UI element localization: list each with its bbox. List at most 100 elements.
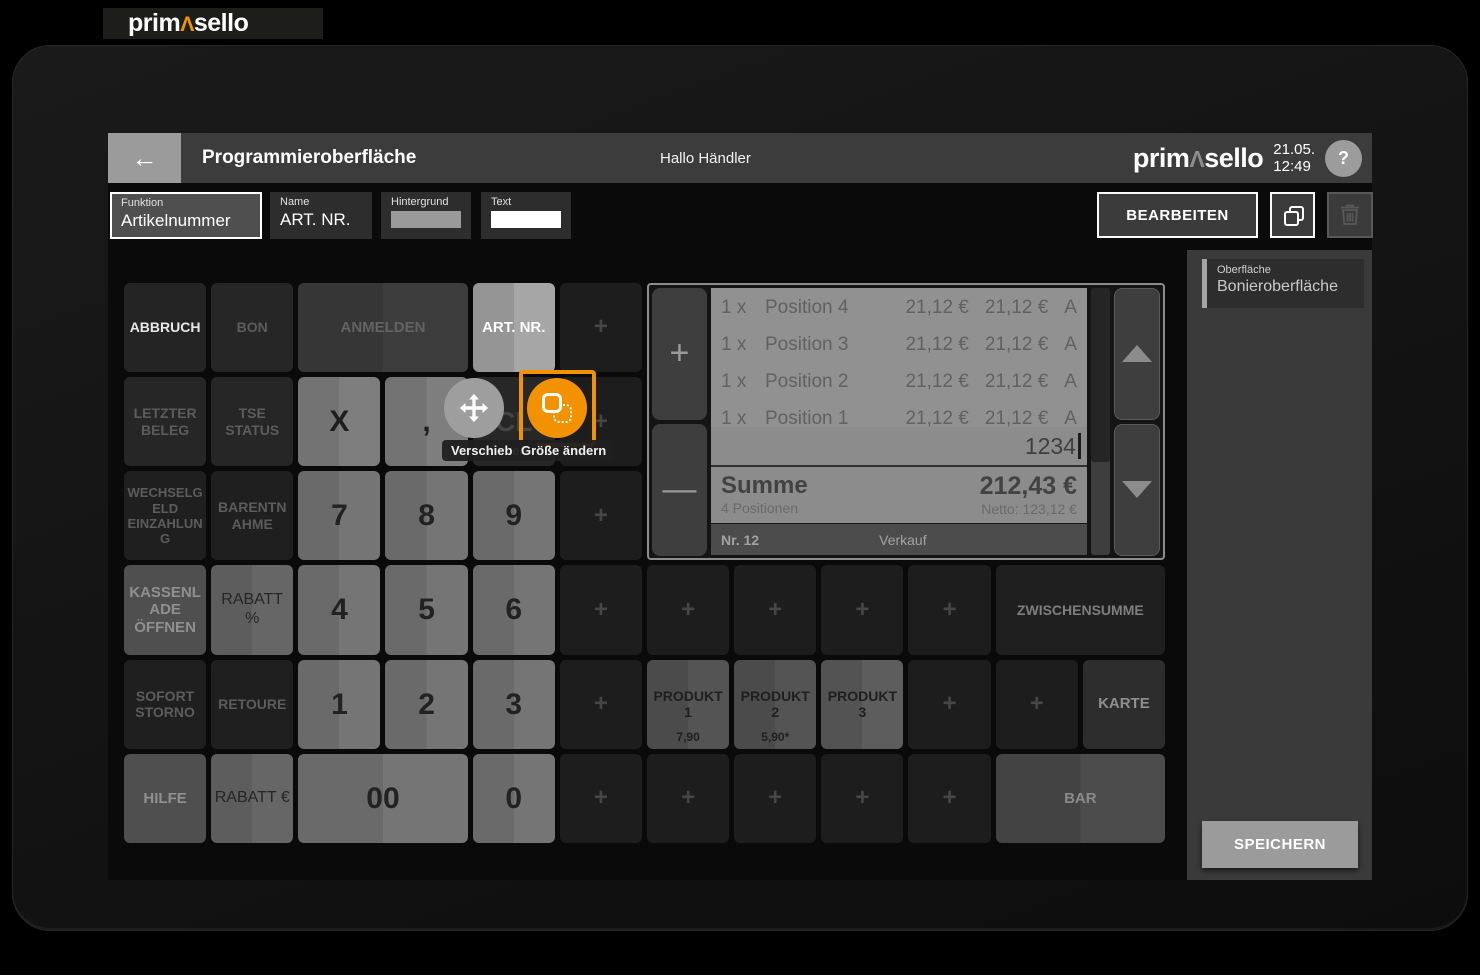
empty-slot-button[interactable]: + <box>908 565 991 655</box>
receipt-add-button[interactable]: + <box>651 288 707 420</box>
amount-input-value: 1234 <box>1024 432 1076 459</box>
key-retoure[interactable]: RETOURE <box>211 659 294 749</box>
key-produkt-1[interactable]: PRODUKT 1 7,90 <box>646 659 730 749</box>
delete-button[interactable] <box>1327 192 1373 238</box>
key-barentnahme[interactable]: BARENTNAHME <box>211 471 294 561</box>
edit-button[interactable]: BEARBEITEN <box>1097 192 1258 238</box>
key-sofort-storno[interactable]: SOFORT STORNO <box>124 659 207 749</box>
receipt-scrollbar[interactable] <box>1090 288 1110 556</box>
position-row: 1 x Position 3 21,12 €21,12 € A <box>720 333 1077 355</box>
empty-slot-button[interactable]: + <box>559 659 642 749</box>
scrollbar-thumb[interactable] <box>1090 288 1110 462</box>
name-value: ART. NR. <box>280 210 351 229</box>
primasello-logo: primΛsello <box>1132 142 1264 173</box>
sum-section: Summe 4 Positionen 212,43 € Netto: 123,1… <box>710 467 1087 523</box>
help-button[interactable]: ? <box>1325 139 1362 177</box>
key-7[interactable]: 7 <box>298 471 381 561</box>
key-bar[interactable]: BAR <box>995 753 1165 843</box>
empty-slot-button[interactable]: + <box>646 565 730 655</box>
sum-value: 212,43 € <box>979 472 1077 500</box>
function-field[interactable]: Funktion Artikelnummer <box>110 192 262 239</box>
net-value: Netto: 123,12 € <box>981 501 1077 517</box>
receipt-mode: Verkauf <box>879 531 927 548</box>
empty-slot-button[interactable]: + <box>821 753 904 843</box>
sum-label: Summe <box>720 472 808 499</box>
save-button[interactable]: SPEICHERN <box>1202 821 1358 868</box>
page-title: Programmieroberfläche <box>202 147 417 168</box>
key-tse-status[interactable]: TSE STATUS <box>211 377 294 467</box>
background-color-swatch[interactable] <box>391 211 461 228</box>
back-button[interactable]: ← <box>108 133 181 183</box>
key-abbruch[interactable]: ABBRUCH <box>124 283 207 373</box>
product-price: 5,90* <box>761 729 790 744</box>
key-00[interactable]: 00 <box>298 753 468 843</box>
name-field[interactable]: Name ART. NR. <box>270 192 372 239</box>
primasello-logo: primΛsello <box>128 9 249 37</box>
receipt-display-widget[interactable]: + — 1 x Position 4 21,12 €21,12 € A 1 x Posi… <box>646 283 1165 561</box>
back-arrow-icon: ← <box>131 142 158 173</box>
key-hilfe[interactable]: HILFE <box>124 753 207 843</box>
key-3[interactable]: 3 <box>472 659 555 749</box>
plus-icon: + <box>669 334 690 373</box>
scroll-up-button[interactable] <box>1113 288 1160 420</box>
empty-slot-button[interactable]: + <box>559 283 642 373</box>
empty-slot-button[interactable]: + <box>559 565 642 655</box>
key-2[interactable]: 2 <box>385 659 468 749</box>
position-row: 1 x Position 2 21,12 €21,12 € A <box>720 370 1077 392</box>
product-price: 7,90 <box>676 729 700 744</box>
resize-handle-button[interactable] <box>527 378 587 438</box>
key-karte[interactable]: KARTE <box>1082 659 1165 749</box>
empty-slot-button[interactable]: + <box>646 753 730 843</box>
text-color-swatch[interactable] <box>491 211 561 228</box>
empty-slot-button[interactable]: + <box>995 659 1078 749</box>
header-right: primΛsello 21.05. 12:49 ? <box>1132 139 1372 177</box>
empty-slot-button[interactable]: + <box>908 659 991 749</box>
receipt-left-controls: + — <box>651 288 707 556</box>
key-1[interactable]: 1 <box>298 659 381 749</box>
copy-icon <box>1282 204 1304 226</box>
trash-icon <box>1341 204 1359 225</box>
screen: primΛsello ← Programmieroberfläche Hallo… <box>0 0 1480 975</box>
key-letzter-beleg[interactable]: LETZTER BELEG <box>124 377 207 467</box>
empty-slot-button[interactable]: + <box>559 753 642 843</box>
key-6[interactable]: 6 <box>472 565 555 655</box>
empty-slot-button[interactable]: + <box>734 565 817 655</box>
move-handle-button[interactable] <box>444 378 504 438</box>
key-bon[interactable]: BON <box>211 283 294 373</box>
scroll-down-button[interactable] <box>1113 423 1160 556</box>
empty-slot-button[interactable]: + <box>559 471 642 561</box>
surface-field[interactable]: Oberfläche Bonieroberfläche <box>1202 259 1364 308</box>
surface-value: Bonieroberfläche <box>1217 278 1338 295</box>
key-wechselgeld-einzahlung[interactable]: WECHSELGELD EINZAHLUNG <box>124 471 207 561</box>
key-9[interactable]: 9 <box>472 471 555 561</box>
scroll-down-icon <box>1121 481 1152 499</box>
key-art-nr[interactable]: ART. NR. <box>472 283 555 373</box>
minus-icon: — <box>662 470 697 509</box>
text-color-field[interactable]: Text <box>481 192 571 239</box>
duplicate-button[interactable] <box>1270 192 1315 238</box>
key-anmelden[interactable]: ANMELDEN <box>298 283 468 373</box>
key-multiply[interactable]: X <box>298 377 381 467</box>
keypad-grid: + — 1 x Position 4 21,12 €21,12 € A 1 x Posi… <box>124 283 1165 843</box>
receipt-minus-button[interactable]: — <box>651 423 707 556</box>
key-produkt-2[interactable]: PRODUKT 2 5,90* <box>734 659 817 749</box>
key-zwischensumme[interactable]: ZWISCHENSUMME <box>995 565 1165 655</box>
empty-slot-button[interactable]: + <box>734 753 817 843</box>
empty-slot-button[interactable]: + <box>821 565 904 655</box>
key-kassenlade-oeffnen[interactable]: KASSENLADE ÖFFNEN <box>124 565 207 655</box>
resize-tooltip: Größe ändern <box>512 440 616 461</box>
key-0[interactable]: 0 <box>472 753 555 843</box>
position-list: 1 x Position 4 21,12 €21,12 € A 1 x Position… <box>710 288 1087 427</box>
receipt-footer: Nr. 12 Verkauf <box>710 524 1087 556</box>
key-4[interactable]: 4 <box>298 565 381 655</box>
key-produkt-3[interactable]: PRODUKT 3 <box>821 659 904 749</box>
key-rabatt-prozent[interactable]: RABATT % <box>211 565 294 655</box>
background-color-field[interactable]: Hintergrund <box>381 192 471 239</box>
key-rabatt-euro[interactable]: RABATT € <box>211 753 294 843</box>
empty-slot-button[interactable]: + <box>908 753 991 843</box>
move-icon <box>459 393 489 423</box>
key-5[interactable]: 5 <box>385 565 468 655</box>
background-label: Hintergrund <box>391 196 449 208</box>
amount-input[interactable]: 1234 <box>710 427 1087 465</box>
key-8[interactable]: 8 <box>385 471 468 561</box>
